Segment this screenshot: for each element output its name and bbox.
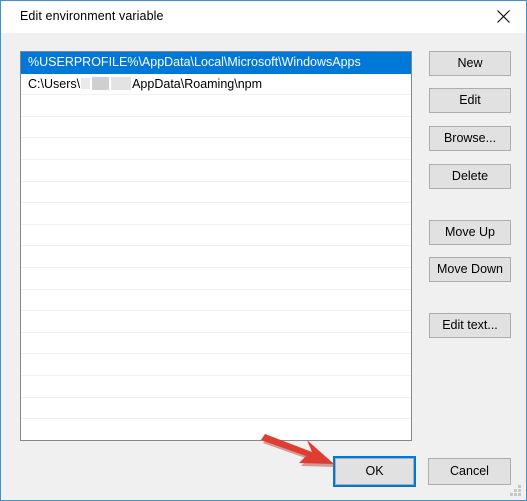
- list-item[interactable]: [21, 203, 411, 225]
- list-item[interactable]: [21, 333, 411, 355]
- list-item[interactable]: [21, 246, 411, 268]
- list-item[interactable]: C:\Users\ AppData\Roaming\npm: [21, 74, 411, 96]
- new-button[interactable]: New: [429, 51, 511, 76]
- ok-button[interactable]: OK: [333, 456, 416, 487]
- edit-button[interactable]: Edit: [429, 88, 511, 113]
- title-bar: Edit environment variable: [1, 1, 526, 33]
- cancel-button[interactable]: Cancel: [428, 458, 511, 485]
- list-item[interactable]: [21, 182, 411, 204]
- browse-button[interactable]: Browse...: [429, 126, 511, 151]
- list-item-label: %USERPROFILE%\AppData\Local\Microsoft\Wi…: [28, 55, 361, 70]
- list-item[interactable]: [21, 311, 411, 333]
- move-up-button[interactable]: Move Up: [429, 220, 511, 245]
- move-down-button[interactable]: Move Down: [429, 257, 511, 282]
- delete-button[interactable]: Delete: [429, 164, 511, 189]
- list-item-label-suffix: AppData\Roaming\npm: [132, 76, 263, 91]
- list-item[interactable]: [21, 376, 411, 398]
- close-icon: [497, 10, 510, 23]
- list-item[interactable]: [21, 268, 411, 290]
- list-item[interactable]: [21, 117, 411, 139]
- list-item[interactable]: [21, 160, 411, 182]
- list-item[interactable]: [21, 95, 411, 117]
- list-item[interactable]: [21, 290, 411, 312]
- close-button[interactable]: [481, 1, 526, 32]
- list-item[interactable]: [21, 225, 411, 247]
- list-item[interactable]: %USERPROFILE%\AppData\Local\Microsoft\Wi…: [21, 52, 411, 74]
- edit-environment-variable-dialog: Edit environment variable %USERPROFILE%\…: [0, 0, 527, 501]
- list-item[interactable]: [21, 398, 411, 420]
- list-item[interactable]: [21, 354, 411, 376]
- path-entries-listbox[interactable]: %USERPROFILE%\AppData\Local\Microsoft\Wi…: [20, 51, 412, 441]
- window-title: Edit environment variable: [20, 9, 164, 23]
- list-item[interactable]: [21, 138, 411, 160]
- list-item[interactable]: [21, 419, 411, 440]
- list-item-label-prefix: C:\Users\: [28, 76, 81, 91]
- edit-text-button[interactable]: Edit text...: [429, 313, 511, 338]
- resize-grip[interactable]: [510, 484, 522, 496]
- redacted-username: [81, 77, 132, 91]
